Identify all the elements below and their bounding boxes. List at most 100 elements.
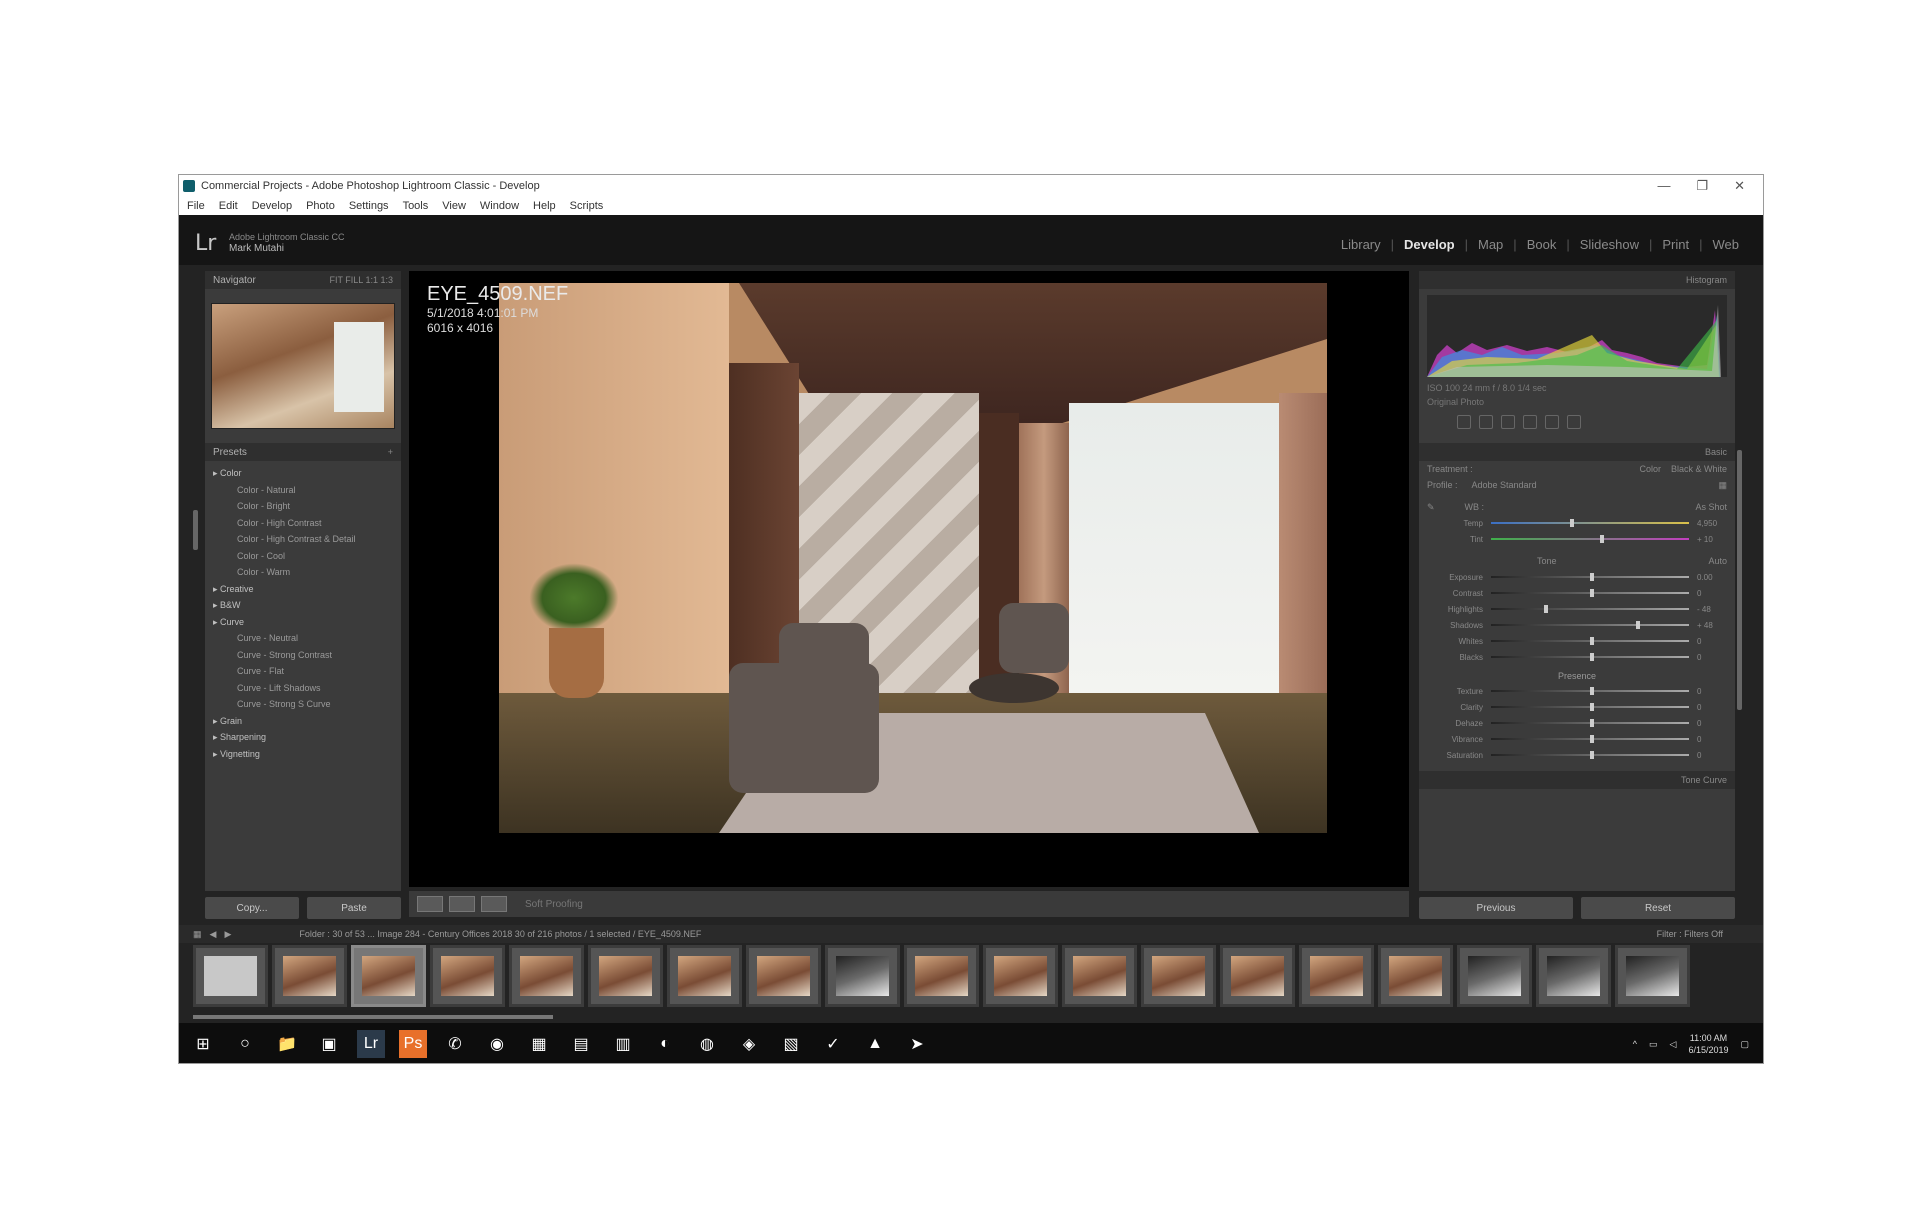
tint-value[interactable]: + 10	[1697, 535, 1723, 544]
maximize-button[interactable]: ❐	[1696, 178, 1708, 194]
slider-knob[interactable]	[1590, 589, 1594, 597]
before-after-icon[interactable]	[449, 896, 475, 912]
preset-folder[interactable]: ▸ B&W	[213, 597, 393, 614]
slider-track[interactable]	[1491, 703, 1689, 711]
adjustment-slider[interactable]: Whites 0	[1419, 633, 1735, 649]
paste-button[interactable]: Paste	[307, 897, 401, 919]
firefox-icon[interactable]: ◐	[651, 1030, 679, 1058]
back-arrow-icon[interactable]: ◀	[210, 929, 217, 940]
filmstrip-thumbnail[interactable]	[1141, 945, 1216, 1007]
filter-select[interactable]: Filters Off	[1684, 929, 1723, 939]
module-web[interactable]: Web	[1703, 237, 1750, 252]
filmstrip-scrollbar[interactable]	[193, 1015, 553, 1019]
tray-chevron-icon[interactable]: ^	[1633, 1039, 1637, 1049]
histogram-header[interactable]: Histogram	[1419, 271, 1735, 289]
filmstrip-source-path[interactable]: Folder : 30 of 53 ... Image 284 - Centur…	[299, 929, 701, 939]
app-icon[interactable]: ▦	[525, 1030, 553, 1058]
telegram-icon[interactable]: ➤	[903, 1030, 931, 1058]
slider-value[interactable]: 0	[1697, 719, 1723, 728]
photoshop-taskbar-icon[interactable]: Ps	[399, 1030, 427, 1058]
slider-track[interactable]	[1491, 751, 1689, 759]
menu-scripts[interactable]: Scripts	[570, 200, 604, 212]
histogram[interactable]	[1427, 295, 1727, 377]
app-icon[interactable]: ▤	[567, 1030, 595, 1058]
slider-value[interactable]: 0	[1697, 687, 1723, 696]
adjustment-brush-icon[interactable]	[1567, 415, 1581, 429]
add-preset-icon[interactable]: +	[388, 447, 393, 457]
slider-value[interactable]: - 48	[1697, 605, 1723, 614]
app-icon[interactable]: ✓	[819, 1030, 847, 1058]
adjustment-slider[interactable]: Dehaze 0	[1419, 715, 1735, 731]
module-library[interactable]: Library	[1331, 237, 1391, 252]
soft-proofing-toggle[interactable]: Soft Proofing	[525, 899, 583, 910]
temp-slider[interactable]: Temp 4,950	[1419, 515, 1735, 531]
preset-folder[interactable]: ▸ Vignetting	[213, 746, 393, 763]
profile-select[interactable]: Adobe Standard	[1472, 480, 1537, 490]
slider-track[interactable]	[1491, 653, 1689, 661]
preset-item[interactable]: Color - Natural	[213, 482, 393, 499]
preset-folder[interactable]: ▸ Sharpening	[213, 729, 393, 746]
minimize-button[interactable]: —	[1657, 178, 1670, 194]
cortana-icon[interactable]: ○	[231, 1030, 259, 1058]
slider-value[interactable]: 0	[1697, 589, 1723, 598]
preset-item[interactable]: Curve - Flat	[213, 663, 393, 680]
task-view-icon[interactable]: ▣	[315, 1030, 343, 1058]
preset-item[interactable]: Color - Bright	[213, 498, 393, 515]
forward-arrow-icon[interactable]: ▶	[224, 929, 231, 940]
module-book[interactable]: Book	[1517, 237, 1567, 252]
filmstrip-thumbnail[interactable]	[351, 945, 426, 1007]
reset-button[interactable]: Reset	[1581, 897, 1735, 919]
left-panel-scrollbar[interactable]	[193, 510, 198, 550]
loupe-view-icon[interactable]	[417, 896, 443, 912]
grid-view-icon[interactable]: ▦	[193, 929, 202, 940]
slider-value[interactable]: 0	[1697, 653, 1723, 662]
image-viewer[interactable]: EYE_4509.NEF 5/1/2018 4:01:01 PM 6016 x …	[409, 271, 1409, 887]
slider-knob[interactable]	[1590, 653, 1594, 661]
filmstrip-thumbnail[interactable]	[509, 945, 584, 1007]
slider-value[interactable]: 0	[1697, 703, 1723, 712]
filmstrip-thumbnail[interactable]	[1062, 945, 1137, 1007]
preset-folder[interactable]: ▸ Curve	[213, 614, 393, 631]
adjustment-slider[interactable]: Blacks 0	[1419, 649, 1735, 665]
filmstrip-thumbnail[interactable]	[1457, 945, 1532, 1007]
whatsapp-icon[interactable]: ◍	[693, 1030, 721, 1058]
previous-button[interactable]: Previous	[1419, 897, 1573, 919]
app-icon[interactable]: ◉	[483, 1030, 511, 1058]
app-icon[interactable]: ▥	[609, 1030, 637, 1058]
wb-select[interactable]: As Shot	[1695, 502, 1727, 512]
right-panel-scrollbar[interactable]	[1737, 450, 1742, 710]
slider-track[interactable]	[1491, 573, 1689, 581]
filmstrip-thumbnail[interactable]	[1536, 945, 1611, 1007]
presets-header[interactable]: Presets +	[205, 443, 401, 461]
treatment-color[interactable]: Color	[1639, 464, 1661, 474]
tone-auto-button[interactable]: Auto	[1708, 556, 1727, 566]
adjustment-slider[interactable]: Clarity 0	[1419, 699, 1735, 715]
adjustment-slider[interactable]: Vibrance 0	[1419, 731, 1735, 747]
navigator-preview[interactable]	[211, 303, 395, 429]
main-photo[interactable]	[499, 283, 1327, 833]
phone-icon[interactable]: ✆	[441, 1030, 469, 1058]
preset-folder[interactable]: ▸ Grain	[213, 713, 393, 730]
filmstrip-thumbnail[interactable]	[1299, 945, 1374, 1007]
slider-knob[interactable]	[1590, 637, 1594, 645]
lightroom-taskbar-icon[interactable]: Lr	[357, 1030, 385, 1058]
basic-header[interactable]: Basic	[1419, 443, 1735, 461]
preset-item[interactable]: Color - High Contrast	[213, 515, 393, 532]
slider-track[interactable]	[1491, 719, 1689, 727]
filmstrip-thumbnail[interactable]	[667, 945, 742, 1007]
module-slideshow[interactable]: Slideshow	[1570, 237, 1649, 252]
slider-value[interactable]: 0	[1697, 735, 1723, 744]
menu-file[interactable]: File	[187, 200, 205, 212]
preset-item[interactable]: Curve - Strong S Curve	[213, 696, 393, 713]
tone-curve-header[interactable]: Tone Curve	[1419, 771, 1735, 789]
menu-window[interactable]: Window	[480, 200, 519, 212]
copy-button[interactable]: Copy...	[205, 897, 299, 919]
slider-knob[interactable]	[1635, 621, 1640, 629]
navigator-header[interactable]: Navigator FIT FILL 1:1 1:3	[205, 271, 401, 289]
preset-folder[interactable]: ▸ Creative	[213, 581, 393, 598]
adjustment-slider[interactable]: Highlights - 48	[1419, 601, 1735, 617]
adjustment-slider[interactable]: Contrast 0	[1419, 585, 1735, 601]
menu-develop[interactable]: Develop	[252, 200, 292, 212]
network-icon[interactable]: ▭	[1649, 1039, 1658, 1050]
menu-settings[interactable]: Settings	[349, 200, 389, 212]
